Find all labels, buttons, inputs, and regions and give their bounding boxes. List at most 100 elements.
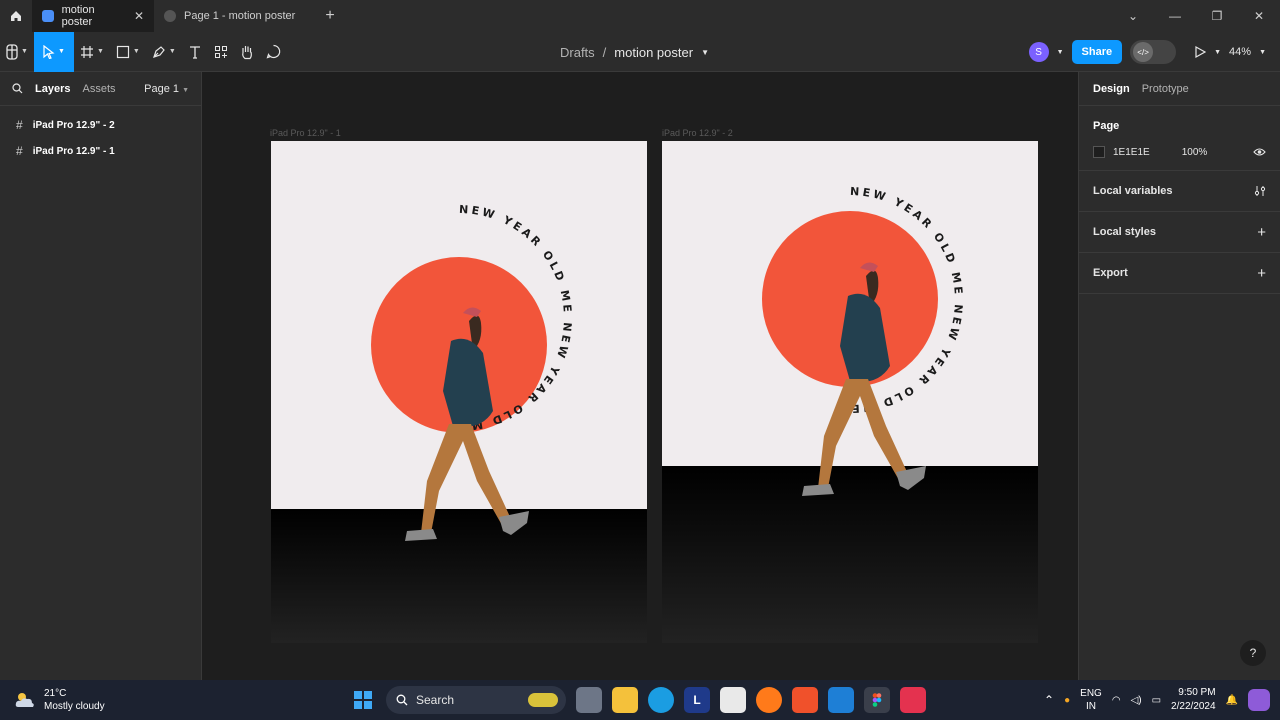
poster-frame-1[interactable]: NEW YEAR OLD ME NEW YEAR OLD ME: [271, 141, 647, 643]
volume-icon[interactable]: ◁): [1131, 695, 1142, 706]
copilot-icon[interactable]: [1248, 689, 1270, 711]
close-tab-icon[interactable]: ✕: [134, 9, 144, 23]
page-fill-row[interactable]: 1E1E1E 100%: [1093, 146, 1266, 158]
help-button[interactable]: ?: [1240, 640, 1266, 666]
store-icon[interactable]: [720, 687, 746, 713]
layer-label: iPad Pro 12.9" - 2: [32, 119, 115, 131]
region-label: IN: [1085, 701, 1096, 712]
properties-panel: Design Prototype Page 1E1E1E 100% Local …: [1078, 72, 1280, 680]
share-button[interactable]: Share: [1071, 40, 1123, 64]
l-app-icon[interactable]: L: [684, 687, 710, 713]
chevron-down-icon[interactable]: ▼: [701, 48, 709, 57]
sliders-icon[interactable]: [1254, 185, 1266, 197]
microphone-icon[interactable]: ●: [1064, 695, 1070, 706]
tab-page-1[interactable]: Page 1 - motion poster: [154, 0, 316, 32]
task-view-icon[interactable]: [576, 687, 602, 713]
comment-tool[interactable]: [260, 32, 287, 72]
local-variables-section[interactable]: Local variables: [1079, 171, 1280, 212]
export-label: Export: [1093, 267, 1128, 279]
firefox-icon[interactable]: [756, 687, 782, 713]
taskbar-search[interactable]: Search: [386, 686, 566, 714]
weather-temp: 21°C: [44, 688, 67, 699]
taskbar: 21°C Mostly cloudy Search L ⌃ ● ENG IN ◠…: [0, 680, 1280, 720]
weather-widget[interactable]: 21°C Mostly cloudy: [14, 680, 105, 720]
tab-label: Page 1 - motion poster: [184, 10, 296, 22]
frame-label[interactable]: iPad Pro 12.9" - 2: [662, 128, 733, 138]
play-icon[interactable]: [1194, 46, 1207, 58]
pen-tool[interactable]: ▼: [146, 32, 182, 72]
screen-recorder-icon[interactable]: [900, 687, 926, 713]
chevron-down-icon[interactable]: ▼: [1057, 49, 1064, 56]
text-tool[interactable]: [182, 32, 208, 72]
tab-layers[interactable]: Layers: [35, 83, 70, 95]
page-section: Page 1E1E1E 100%: [1079, 106, 1280, 171]
title-bar: motion poster ✕ Page 1 - motion poster +…: [0, 0, 1280, 32]
local-styles-section[interactable]: Local styles +: [1079, 212, 1280, 253]
layers-panel: Layers Assets Page 1 ▼ # iPad Pro 12.9" …: [0, 72, 202, 680]
prototype-icon: [164, 10, 176, 22]
frame-icon: [80, 45, 93, 58]
clock[interactable]: 9:50 PM 2/22/2024: [1171, 686, 1216, 714]
avatar[interactable]: S: [1028, 42, 1049, 62]
search-icon[interactable]: [12, 83, 23, 94]
language-indicator[interactable]: ENG IN: [1080, 687, 1102, 713]
hand-icon: [241, 45, 252, 59]
plus-icon[interactable]: +: [1257, 265, 1266, 282]
frame-label[interactable]: iPad Pro 12.9" - 1: [270, 128, 341, 138]
figma-app-icon[interactable]: [864, 687, 890, 713]
tab-motion-poster[interactable]: motion poster ✕: [32, 0, 154, 32]
poster-frame-2[interactable]: NEW YEAR OLD ME NEW YEAR OLD ME: [662, 141, 1038, 643]
main-menu-button[interactable]: ▼: [0, 32, 34, 72]
tab-assets[interactable]: Assets: [82, 83, 115, 95]
taskbar-apps: Search L: [350, 680, 926, 720]
file-name[interactable]: motion poster: [614, 45, 693, 60]
close-window-button[interactable]: ✕: [1238, 0, 1280, 32]
page-selector[interactable]: Page 1 ▼: [144, 83, 189, 95]
minimize-button[interactable]: —: [1154, 0, 1196, 32]
maximize-button[interactable]: ❐: [1196, 0, 1238, 32]
chevron-up-icon[interactable]: ⌃: [1044, 693, 1054, 707]
eye-icon[interactable]: [1253, 147, 1266, 157]
frame-tool[interactable]: ▼: [74, 32, 110, 72]
brave-icon[interactable]: [792, 687, 818, 713]
zoom-level[interactable]: 44%: [1229, 46, 1251, 58]
windows-start-icon[interactable]: [350, 687, 376, 713]
page-color-value[interactable]: 1E1E1E: [1113, 147, 1150, 158]
cloudy-icon: [15, 693, 34, 707]
plus-icon[interactable]: +: [1257, 224, 1266, 241]
chevron-down-icon: ▼: [21, 48, 28, 55]
breadcrumb-drafts[interactable]: Drafts: [560, 45, 595, 60]
poster-artwork: NEW YEAR OLD ME NEW YEAR OLD ME: [662, 141, 1038, 643]
notification-bell-icon[interactable]: 🔔: [1226, 695, 1238, 706]
page-opacity-value[interactable]: 100%: [1182, 147, 1208, 158]
new-tab-button[interactable]: +: [316, 7, 344, 25]
chevron-down-icon[interactable]: ⌄: [1112, 0, 1154, 32]
shape-tool[interactable]: ▼: [110, 32, 146, 72]
tab-prototype[interactable]: Prototype: [1142, 83, 1189, 95]
hand-tool[interactable]: [234, 32, 260, 72]
page-selector-label: Page 1: [144, 82, 179, 95]
canvas[interactable]: iPad Pro 12.9" - 1 NEW YEAR OLD ME NEW Y…: [203, 72, 1078, 680]
chevron-down-icon[interactable]: ▼: [1259, 49, 1266, 56]
dev-mode-toggle[interactable]: </>: [1130, 40, 1177, 64]
layer-row[interactable]: # iPad Pro 12.9" - 2: [0, 112, 201, 138]
layer-row[interactable]: # iPad Pro 12.9" - 1: [0, 138, 201, 164]
resources-tool[interactable]: [208, 32, 234, 72]
color-swatch[interactable]: [1093, 146, 1105, 158]
figma-logo-icon: [6, 43, 18, 60]
breadcrumb-separator: /: [602, 44, 607, 60]
move-tool[interactable]: ▼: [33, 31, 74, 72]
vscode-icon[interactable]: [828, 687, 854, 713]
chevron-down-icon[interactable]: ▼: [1214, 49, 1221, 56]
wifi-icon[interactable]: ◠: [1112, 695, 1121, 706]
tab-design[interactable]: Design: [1093, 83, 1130, 95]
chevron-down-icon: ▼: [57, 48, 65, 55]
window-controls: ⌄ — ❐ ✕: [1112, 0, 1280, 32]
code-icon: </>: [1133, 42, 1154, 62]
file-explorer-icon[interactable]: [612, 687, 638, 713]
export-section[interactable]: Export +: [1079, 253, 1280, 294]
home-button[interactable]: [0, 0, 32, 32]
language-label: ENG: [1080, 688, 1102, 699]
edge-browser-icon[interactable]: [648, 687, 674, 713]
battery-icon[interactable]: ▭: [1152, 695, 1161, 706]
